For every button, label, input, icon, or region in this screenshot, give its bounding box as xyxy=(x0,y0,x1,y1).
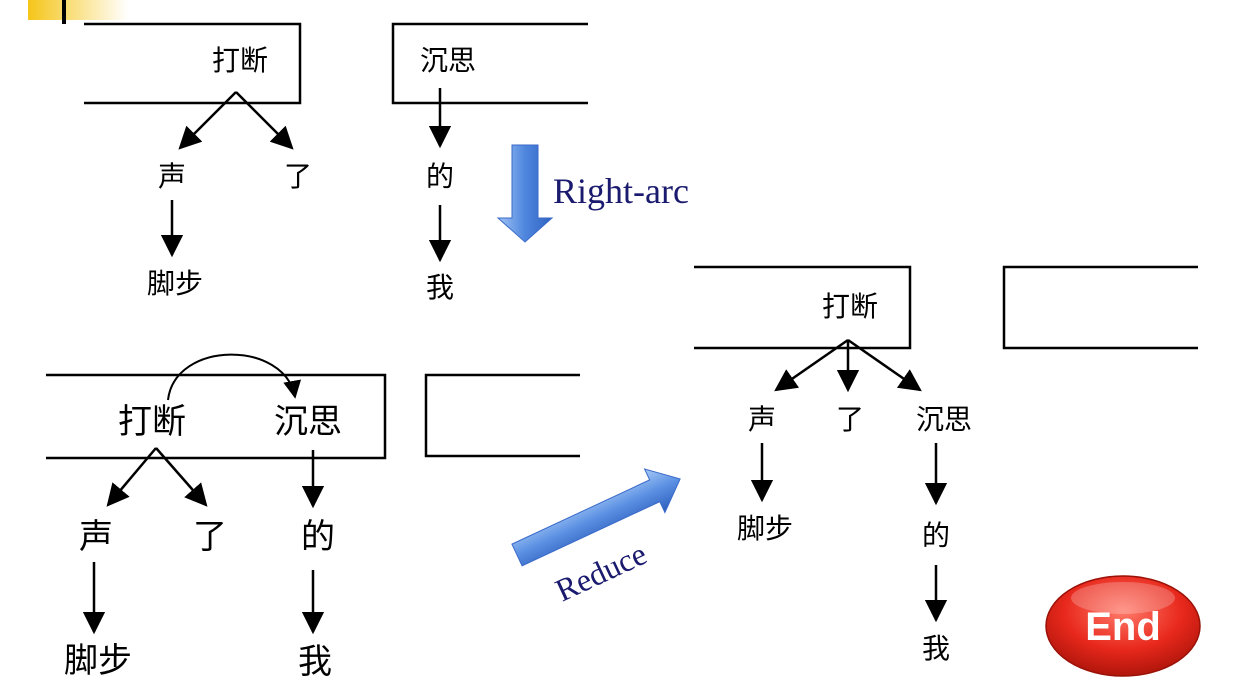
right-arc-arrow xyxy=(496,144,554,243)
state1-buffer-word: 沉思 xyxy=(420,44,476,77)
state1-word-de: 的 xyxy=(426,160,454,193)
state1-word-wo: 我 xyxy=(426,271,454,304)
state2-buffer-box xyxy=(424,373,580,458)
state3-word-chensi: 沉思 xyxy=(916,403,972,436)
state2-arc-dadun-chensi xyxy=(167,353,302,401)
state3-stack-word: 打断 xyxy=(822,290,878,323)
state2-word-de: 的 xyxy=(301,517,335,557)
state1-word-jiaobu: 脚步 xyxy=(147,267,203,300)
state3-word-le: 了 xyxy=(836,403,864,436)
state2-word-sheng: 声 xyxy=(79,517,113,557)
state2-word-wo: 我 xyxy=(298,642,332,682)
state2-word-le: 了 xyxy=(193,517,227,557)
state2-word-jiaobu: 脚步 xyxy=(64,641,132,681)
state3-word-wo: 我 xyxy=(922,632,950,665)
state1-stack-word: 打断 xyxy=(212,44,268,77)
state3-buffer-box xyxy=(1002,265,1198,350)
state3-word-de: 的 xyxy=(922,519,950,552)
state2-stack-word-1: 打断 xyxy=(118,402,186,442)
state2-stack-word-2: 沉思 xyxy=(274,402,342,442)
state3-word-jiaobu: 脚步 xyxy=(737,512,793,545)
end-button[interactable]: End xyxy=(1045,575,1201,677)
state1-edge-head-le xyxy=(235,91,294,150)
state3-word-sheng: 声 xyxy=(748,403,776,436)
state2-edge-head-sheng xyxy=(106,447,157,507)
state2: 打断 沉思 声 了 脚步 的 我 xyxy=(46,353,580,682)
diagram-canvas: 打断 沉思 声 了 脚步 的 我 Right-arc 打断 沉思 声 了 脚步 … xyxy=(28,0,1201,682)
end-button-label: End xyxy=(1085,605,1161,649)
state2-edge-head-le xyxy=(155,447,208,507)
right-arc-label: Right-arc xyxy=(553,171,689,211)
state1-edge-head-sheng xyxy=(178,91,237,150)
corner-decoration xyxy=(28,0,128,24)
state1-word-sheng: 声 xyxy=(158,160,186,193)
state1-word-le: 了 xyxy=(284,160,312,193)
